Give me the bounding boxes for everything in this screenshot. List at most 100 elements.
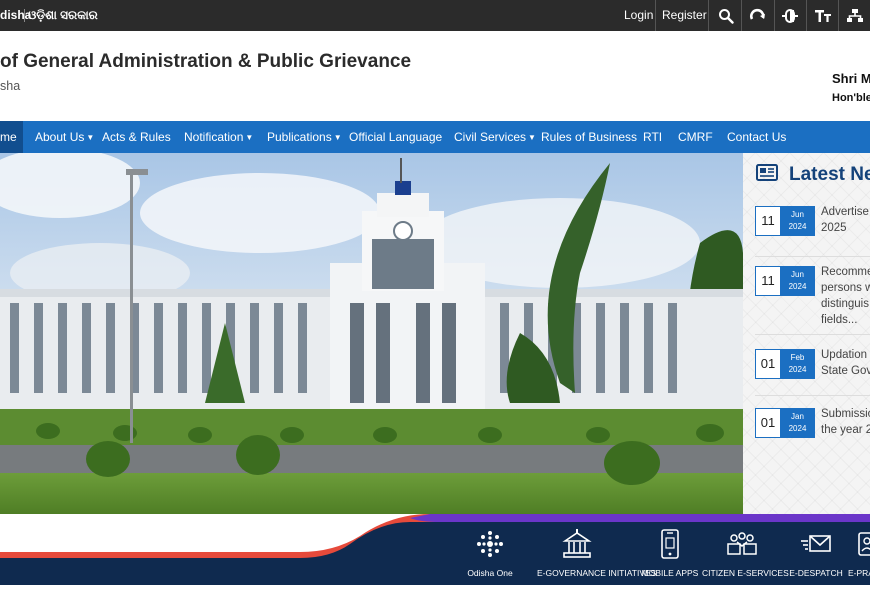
news-date-year: 2024: [788, 282, 807, 291]
quick-link-citizen-services[interactable]: CITIZEN E-SERVICES: [702, 514, 789, 585]
news-date-month: Jun: [791, 270, 804, 279]
nav-item-contact-us[interactable]: Contact Us: [727, 121, 786, 153]
news-date-month-year: Jun 2024: [780, 267, 815, 295]
news-date-badge: 11 Jun 2024: [755, 266, 815, 296]
news-date-month: Jan: [791, 412, 804, 421]
nav-item-home[interactable]: me: [0, 121, 17, 153]
text-size-icon[interactable]: [808, 0, 838, 31]
login-link[interactable]: Login: [624, 0, 653, 31]
news-divider: [755, 334, 870, 335]
quick-link-mobile-apps[interactable]: MOBILE APPS: [642, 514, 698, 585]
language-odia-link[interactable]: ଓଡ଼ିଶା ସରକାର: [28, 0, 98, 31]
page: disha ଓଡ଼ିଶା ସରକାର Login Register of Gen…: [0, 0, 870, 600]
news-text-line: distinguis: [821, 298, 869, 310]
news-date-year: 2024: [788, 222, 807, 231]
hero-banner-image: [0, 153, 743, 514]
page-bottom-strip: [0, 585, 870, 600]
quick-link-e-despatch[interactable]: E-DESPATCH: [789, 514, 843, 585]
quick-link-label: E-GOVERNANCE INITIATIVES: [537, 568, 657, 578]
news-date-month: Jun: [791, 210, 804, 219]
news-text-line: 2025: [821, 222, 847, 234]
quick-links-band: Odisha One E-GOVERNANCE INITIATIVES MOBI…: [0, 514, 870, 585]
government-building-icon: [557, 528, 597, 560]
nav-item-label: Notification: [184, 130, 244, 144]
main-navigation: me About Us ▼ Acts & Rules Notification ▼ …: [0, 121, 870, 153]
divider: [838, 0, 839, 31]
news-date-badge: 01 Feb 2024: [755, 349, 815, 379]
quick-link-label: MOBILE APPS: [641, 568, 699, 578]
chevron-down-icon: ▼: [245, 133, 254, 142]
e-pra-icon: [850, 528, 870, 560]
language-english-link[interactable]: disha: [0, 0, 31, 31]
news-text[interactable]: Recomme persons w distinguis fields...: [821, 264, 870, 328]
nav-item-rti[interactable]: RTI: [643, 121, 662, 153]
news-text-line: the year 2: [821, 424, 870, 436]
chevron-down-icon: ▼: [333, 133, 342, 142]
register-link[interactable]: Register: [662, 0, 707, 31]
language-separator: [24, 9, 25, 22]
site-header: of General Administration & Public Griev…: [0, 31, 870, 121]
nav-item-official-language[interactable]: Official Language: [349, 121, 442, 153]
news-text-line: Updation: [821, 349, 868, 361]
quick-link-odisha-one[interactable]: Odisha One: [467, 514, 513, 585]
quick-link-e-pra[interactable]: E-PRA: [848, 514, 870, 585]
refresh-icon[interactable]: [743, 0, 773, 31]
nav-item-about-us[interactable]: About Us ▼: [35, 121, 94, 153]
news-date-day: 01: [760, 356, 776, 371]
quick-link-e-governance[interactable]: E-GOVERNANCE INITIATIVES: [537, 514, 656, 585]
quick-link-label: Odisha One: [467, 568, 513, 578]
news-text[interactable]: Updation State Gove: [821, 347, 870, 379]
top-utility-bar: disha ଓଡ଼ିଶା ସରକାର Login Register: [0, 0, 870, 31]
divider: [806, 0, 807, 31]
latest-news-title: Latest Ne: [789, 164, 870, 185]
site-subtitle: sha: [0, 79, 21, 93]
news-text-line: persons w: [821, 282, 870, 294]
news-text-line: Advertise: [821, 206, 869, 218]
quick-link-label: E-DESPATCH: [789, 568, 843, 578]
nav-item-notification[interactable]: Notification ▼: [184, 121, 253, 153]
nav-item-rules-of-business[interactable]: Rules of Business: [541, 121, 637, 153]
news-date-badge: 11 Jun 2024: [755, 206, 815, 236]
nav-item-label: Publications: [267, 130, 332, 144]
news-date-month: Feb: [790, 353, 805, 362]
news-date-year: 2024: [788, 365, 807, 374]
contrast-icon[interactable]: [775, 0, 805, 31]
divider: [708, 0, 709, 31]
news-divider: [755, 395, 870, 396]
news-date-day: 01: [760, 415, 776, 430]
news-date-day: 11: [761, 213, 775, 228]
news-text[interactable]: Submissio the year 2: [821, 406, 870, 438]
latest-news-panel: Latest Ne 11 Jun 2024 Advertise 2025 11 J…: [743, 153, 870, 514]
dignitary-name: Shri M: [832, 71, 870, 86]
quick-link-label: E-PRA: [848, 568, 870, 578]
news-text-line: fields...: [821, 314, 858, 326]
nav-item-label: About Us: [35, 130, 85, 144]
mobile-app-icon: [650, 528, 690, 560]
latest-news-header: Latest Ne: [755, 163, 870, 187]
nav-item-acts-rules[interactable]: Acts & Rules: [102, 121, 171, 153]
news-text-line: State Gove: [821, 365, 870, 377]
search-icon[interactable]: [711, 0, 741, 31]
newspaper-icon: [755, 163, 779, 187]
news-date-badge: 01 Jan 2024: [755, 408, 815, 438]
divider: [741, 0, 742, 31]
dignitary-role: Hon'ble: [832, 92, 870, 104]
e-despatch-icon: [796, 528, 836, 560]
nav-item-label: Civil Services: [454, 130, 527, 144]
news-text-line: Submissio: [821, 408, 870, 420]
citizen-services-icon: [722, 528, 762, 560]
news-divider: [755, 256, 870, 257]
chevron-down-icon: ▼: [528, 133, 536, 142]
news-date-month-year: Feb 2024: [780, 350, 815, 378]
nav-item-civil-services[interactable]: Civil Services ▼: [454, 121, 536, 153]
sitemap-icon[interactable]: [840, 0, 870, 31]
chevron-down-icon: ▼: [86, 133, 95, 142]
news-date-day: 11: [761, 273, 775, 288]
nav-item-cmrf[interactable]: CMRF: [678, 121, 713, 153]
news-text[interactable]: Advertise 2025: [821, 204, 870, 236]
nav-item-publications[interactable]: Publications ▼: [267, 121, 342, 153]
quick-link-label: CITIZEN E-SERVICES: [702, 568, 789, 578]
news-date-month-year: Jan 2024: [780, 409, 815, 437]
site-title[interactable]: of General Administration & Public Griev…: [0, 51, 411, 73]
news-text-line: Recomme: [821, 266, 870, 278]
